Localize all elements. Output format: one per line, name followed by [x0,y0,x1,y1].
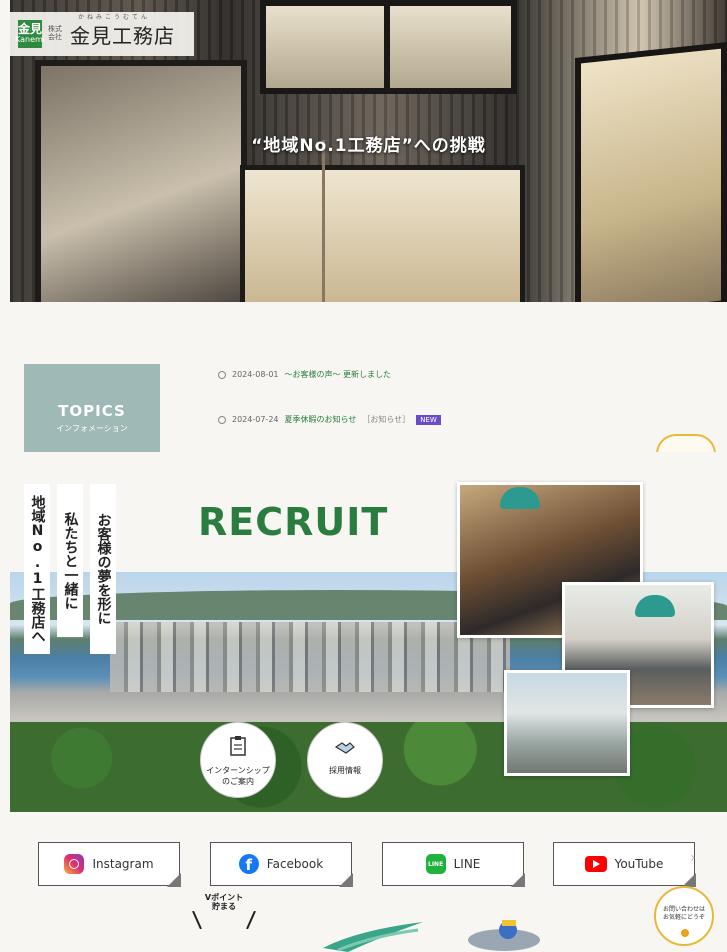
recruit-info-label: 採用情報 [329,766,361,775]
clock-icon [218,415,226,424]
chevron-right-icon[interactable]: › [690,850,696,866]
company-name-ruby: かねみこうむてん [78,13,151,21]
line-button[interactable]: LINE LINE [382,842,525,887]
internship-label: インターンシップ のご案内 [201,765,275,787]
topics-heading: TOPICS [58,402,126,420]
site-logo[interactable]: 金見 Kanemi 株式会社 かねみこうむてん 金見工務店 [10,12,194,56]
internship-label-line1: インターンシップ [206,766,270,775]
handshake-icon [334,742,355,754]
news-title[interactable]: 夏季休暇のお知らせ [285,414,357,425]
instagram-label: Instagram [92,857,154,871]
internship-button[interactable]: インターンシップ のご案内 [200,722,276,798]
youtube-button[interactable]: YouTube [553,842,696,887]
recruit-info-button[interactable]: 採用情報 [307,722,383,798]
vertical-text: 地域No.1工務店へ [29,495,46,643]
vpoint-line1: Vポイント [204,893,244,902]
tree-trunk [322,140,325,302]
floating-contact-top-arc [656,434,716,454]
hero-title: “地域No.1工務店”への挑戦 [251,136,486,156]
vpoint-banner[interactable]: Vポイント 貯まる [185,893,263,931]
news-date: 2024-08-01 [232,370,279,379]
vpoint-line2: 貯まる [212,902,236,911]
helmet [500,487,540,509]
window-center [240,165,525,302]
instagram-icon [64,854,85,874]
worker-photo-3 [504,670,630,776]
vertical-text: 私たちと一緒に [62,511,79,610]
new-badge: NEW [416,414,441,425]
topics-heading-box: TOPICS インフォメーション [24,364,160,452]
company-name: かねみこうむてん 金見工務店 [70,14,175,49]
internship-label-line2: のご案内 [222,777,254,786]
vertical-text-column: お客様の夢を形に [90,484,116,654]
news-date: 2024-07-24 [232,415,279,424]
question-icon [681,929,689,937]
floating-contact-text: お問い合わせは お気軽にどうぞ [656,906,712,922]
clipboard-icon [230,736,246,756]
news-item[interactable]: 2024-08-01 ～お客様の声～ 更新しました [218,369,391,380]
buildings [110,622,510,692]
line-label: LINE [453,857,481,871]
window-right [575,42,727,302]
floating-contact-line2: お気軽にどうぞ [662,914,705,921]
topics-subheading: インフォメーション [56,424,128,433]
logo-mark-icon: 金見 Kanemi [15,20,46,48]
helmet [635,595,675,617]
recruit-title: RECRUIT [198,500,389,544]
youtube-icon [584,856,607,872]
window-top [260,0,517,94]
line-icon: LINE [425,854,446,874]
vpoint-slashes-icon [192,910,256,930]
vertical-text-column: 地域No.1工務店へ [24,484,50,654]
news-title[interactable]: ～お客様の声～ 更新しました [285,369,392,380]
recruit-section: RECRUIT お客様の夢を形に 私たちと一緒に 地域No.1工務店へ インター… [10,452,727,812]
instagram-button[interactable]: Instagram [38,842,181,887]
vertical-text-column: 私たちと一緒に [57,484,83,637]
youtube-label: YouTube [614,857,664,871]
company-type: 株式会社 [48,25,62,41]
company-name-text: 金見工務店 [70,23,175,48]
window-left [35,60,247,302]
facebook-label: Facebook [266,857,324,871]
logo-mark-sub: Kanemi [15,35,46,45]
partner-logo-wave-icon[interactable] [318,920,428,952]
floating-contact-line1: お問い合わせは [662,906,705,913]
vertical-text: お客様の夢を形に [95,513,112,625]
facebook-button[interactable]: f Facebook [210,842,353,887]
clock-icon [218,370,226,379]
partner-logo-mascot-icon[interactable] [464,918,544,952]
news-category: ［お知らせ］ [362,415,411,424]
news-item[interactable]: 2024-07-24 夏季休暇のお知らせ ［お知らせ］ NEW [218,414,441,425]
floating-contact-button[interactable]: お問い合わせは お気軽にどうぞ [654,886,714,946]
facebook-icon: f [238,854,259,874]
